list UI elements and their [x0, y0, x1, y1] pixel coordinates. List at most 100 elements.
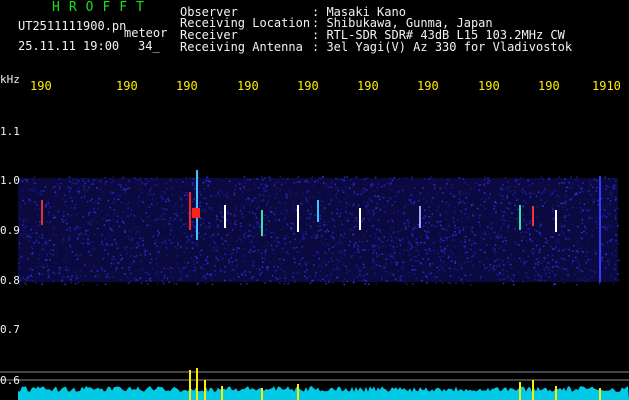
time-tick-label: 190 [30, 79, 52, 93]
noise-speck [41, 237, 44, 239]
noise-speck [534, 263, 537, 265]
noise-speck [535, 270, 537, 272]
noise-speck [109, 219, 111, 221]
noise-speck [433, 187, 435, 190]
noise-speck [35, 282, 37, 284]
noise-speck [166, 254, 169, 257]
noise-speck [591, 276, 593, 279]
noise-speck [373, 261, 375, 264]
noise-speck [35, 229, 37, 231]
noise-speck [610, 193, 612, 195]
noise-speck [407, 250, 409, 252]
noise-speck [566, 270, 569, 273]
noise-speck [460, 217, 463, 219]
noise-speck [135, 232, 137, 234]
noise-speck [192, 270, 194, 272]
noise-speck [213, 241, 215, 243]
noise-speck [454, 227, 457, 229]
noise-speck [548, 177, 551, 179]
noise-speck [363, 278, 365, 280]
noise-speck [376, 264, 378, 266]
noise-speck [158, 232, 160, 234]
noise-speck [83, 195, 86, 198]
noise-speck [46, 255, 48, 257]
noise-speck [304, 197, 307, 199]
noise-speck [505, 243, 507, 246]
noise-speck [331, 260, 334, 263]
noise-speck [293, 247, 296, 249]
noise-speck [76, 254, 78, 257]
noise-speck [397, 210, 399, 212]
noise-speck [525, 261, 528, 263]
noise-speck [469, 274, 472, 276]
noise-speck [576, 240, 579, 243]
noise-speck [454, 231, 456, 233]
noise-speck [293, 257, 296, 260]
noise-speck [185, 192, 188, 194]
noise-speck [422, 198, 425, 200]
noise-speck [65, 222, 68, 225]
noise-speck [59, 177, 61, 180]
noise-speck [495, 211, 497, 214]
noise-speck [451, 252, 454, 255]
noise-speck [318, 177, 320, 179]
noise-speck [75, 229, 78, 231]
noise-speck [344, 206, 347, 209]
time-tick-label: 190 [116, 79, 138, 93]
noise-speck [601, 243, 604, 246]
noise-speck [479, 249, 481, 251]
noise-speck [579, 202, 581, 204]
noise-speck [120, 259, 122, 261]
noise-speck [305, 230, 307, 233]
noise-speck [151, 258, 153, 260]
noise-speck [254, 250, 256, 252]
noise-speck [389, 177, 392, 179]
noise-speck [502, 282, 505, 285]
noise-speck [494, 260, 496, 262]
noise-speck [521, 226, 523, 228]
noise-speck [163, 241, 166, 244]
noise-speck [35, 221, 37, 223]
noise-speck [343, 283, 345, 286]
noise-speck [156, 245, 158, 247]
noise-speck [458, 276, 460, 278]
noise-speck [227, 183, 229, 185]
noise-speck [552, 191, 554, 193]
noise-speck [457, 201, 460, 204]
noise-speck [142, 244, 145, 246]
noise-speck [486, 244, 488, 246]
noise-speck [228, 261, 230, 264]
noise-speck [292, 247, 294, 249]
noise-speck [96, 227, 99, 230]
noise-speck [492, 267, 494, 270]
noise-speck [258, 218, 260, 221]
noise-speck [192, 184, 195, 187]
noise-speck [391, 273, 394, 275]
noise-speck [417, 223, 420, 226]
noise-speck [493, 231, 496, 234]
noise-speck [457, 227, 460, 229]
noise-speck [194, 277, 197, 279]
noise-speck [432, 263, 434, 265]
noise-speck [525, 231, 527, 233]
y-tick-label: 1.1 [0, 125, 20, 138]
noise-speck [203, 209, 206, 211]
noise-speck [203, 188, 205, 190]
noise-speck [391, 182, 393, 184]
noise-speck [195, 256, 197, 258]
noise-speck [401, 238, 404, 240]
noise-speck [370, 199, 372, 202]
noise-speck [366, 240, 369, 242]
noise-speck [246, 179, 248, 181]
noise-speck [486, 266, 488, 269]
y-tick-label: 0.7 [0, 323, 20, 336]
noise-speck [136, 202, 139, 204]
noise-speck [431, 224, 433, 227]
noise-speck [107, 244, 109, 247]
noise-speck [516, 217, 518, 220]
noise-speck [93, 233, 96, 235]
noise-speck [336, 269, 339, 271]
noise-speck [551, 270, 553, 272]
noise-speck [609, 224, 611, 226]
noise-speck [564, 214, 566, 217]
